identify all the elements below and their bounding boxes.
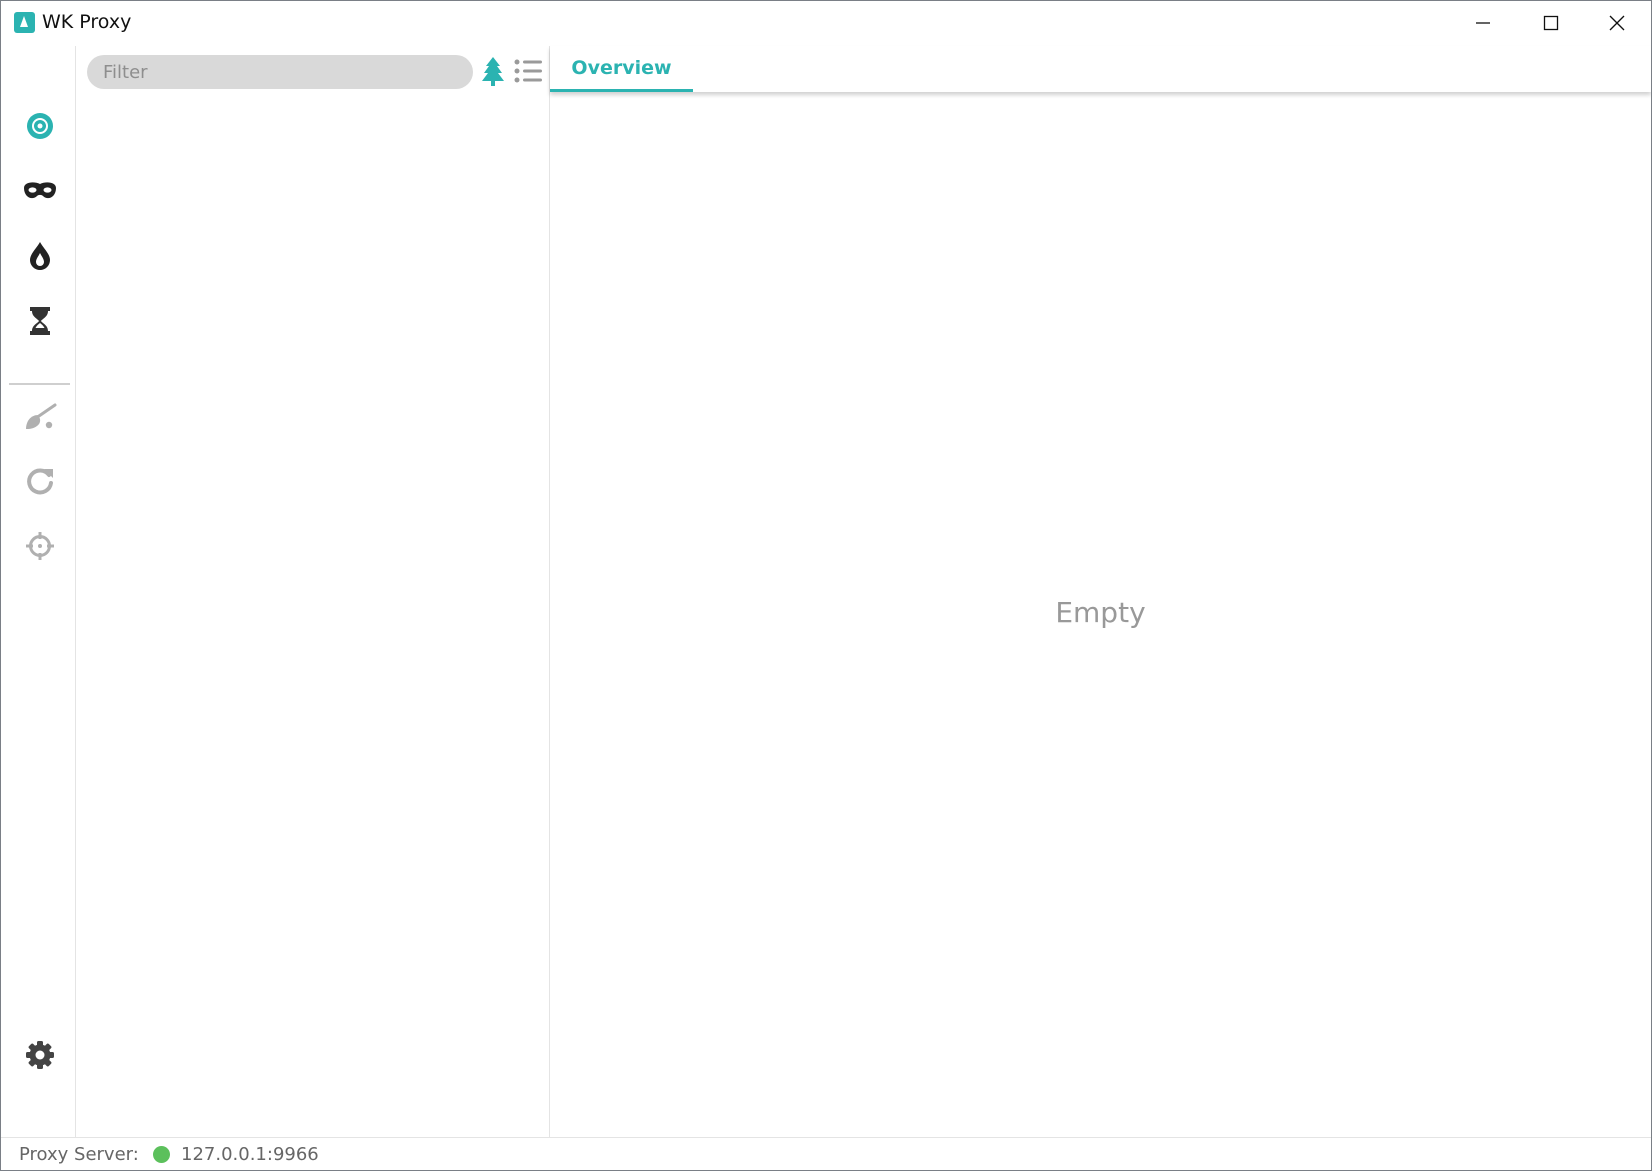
proxy-server-label: Proxy Server: (19, 1144, 139, 1165)
refresh-icon[interactable] (20, 461, 60, 501)
title-bar: WK Proxy (1, 1, 1651, 45)
sidebar (1, 46, 76, 1137)
hourglass-icon[interactable] (20, 301, 60, 341)
tab-overview[interactable]: Overview (550, 46, 693, 92)
tab-bar: Overview (550, 46, 1651, 92)
proxy-server-address: 127.0.0.1:9966 (181, 1144, 319, 1165)
app-title: WK Proxy (42, 11, 132, 33)
filter-input[interactable] (87, 55, 473, 89)
tree-icon[interactable] (478, 54, 508, 88)
app-logo-icon (14, 12, 35, 33)
gear-icon[interactable] (20, 1035, 60, 1075)
drop-icon[interactable] (20, 236, 60, 276)
mask-icon[interactable] (20, 171, 60, 211)
status-indicator (153, 1146, 170, 1163)
maximize-icon (1543, 15, 1559, 31)
broom-icon[interactable] (20, 396, 60, 436)
minimize-button[interactable] (1449, 1, 1517, 45)
request-list-pane (76, 46, 550, 1137)
crosshair-icon[interactable] (20, 526, 60, 566)
sidebar-divider (9, 383, 70, 385)
close-icon (1609, 15, 1625, 31)
app-window: WK Proxy Filter Overview Empty Proxy Ser… (0, 0, 1652, 1171)
list-icon[interactable] (513, 54, 543, 88)
target-icon[interactable] (20, 106, 60, 146)
close-button[interactable] (1583, 1, 1651, 45)
maximize-button[interactable] (1517, 1, 1585, 45)
status-bar: Proxy Server: 127.0.0.1:9966 (1, 1137, 1651, 1170)
detail-pane: Overview Empty (550, 46, 1651, 1137)
empty-state-text: Empty (1055, 596, 1146, 629)
minimize-icon (1476, 22, 1490, 24)
